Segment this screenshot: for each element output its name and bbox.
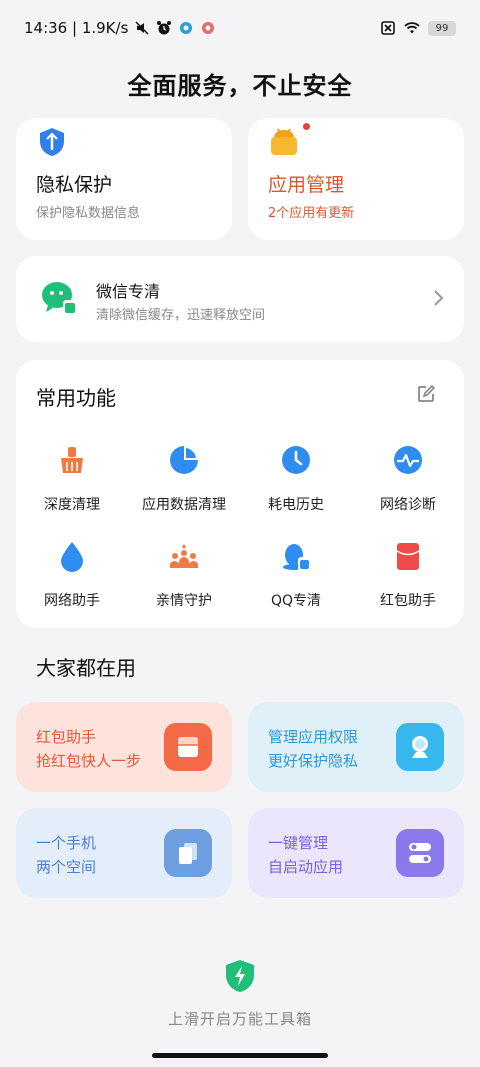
tool-network-assistant[interactable]: 网络助手 (16, 540, 128, 610)
clock-icon (282, 446, 310, 474)
chevron-right-icon (434, 290, 444, 306)
promo-line1: 一键管理 (268, 834, 329, 852)
app-management-subtitle: 2个应用有更新 (268, 206, 355, 221)
tool-label: 红包助手 (380, 593, 436, 609)
permission-icon (396, 723, 444, 771)
toolbox-hint-text: 上滑开启万能工具箱 (167, 1010, 312, 1028)
sim-icon (381, 21, 395, 35)
tool-family-guard[interactable]: 亲情守护 (128, 540, 240, 610)
wechat-clean-subtitle: 清除微信缓存，迅速释放空间 (96, 308, 266, 323)
promo-line2: 抢红包快人一步 (36, 752, 142, 770)
app-management-card[interactable]: 应用管理 2个应用有更新 (248, 118, 464, 240)
promo-dual-space[interactable]: 一个手机 两个空间 (16, 808, 232, 898)
status-time-speed: 14:36 | 1.9K/s (24, 19, 129, 37)
red-envelope-icon (164, 723, 212, 771)
popular-section-title: 大家都在用 (36, 656, 136, 680)
app-notification-icon (202, 22, 215, 34)
home-indicator[interactable] (152, 1053, 328, 1058)
promo-line1: 管理应用权限 (268, 728, 359, 746)
mute-icon (135, 21, 149, 35)
android-app-icon (271, 128, 297, 155)
pie-chart-icon (170, 446, 198, 474)
tool-label: 网络助手 (44, 593, 100, 609)
dual-space-icon (164, 829, 212, 877)
status-bar: 14:36 | 1.9K/s 99 (0, 0, 480, 56)
wifi-icon (404, 22, 420, 34)
water-drop-icon (61, 542, 83, 572)
common-tools-title: 常用功能 (36, 386, 116, 410)
tool-qq-clean[interactable]: QQ专清 (240, 540, 352, 610)
promo-autostart[interactable]: 一键管理 自启动应用 (248, 808, 464, 898)
tool-red-envelope[interactable]: 红包助手 (352, 540, 464, 610)
tool-power-history[interactable]: 耗电历史 (240, 444, 352, 514)
tool-label: QQ专清 (270, 593, 322, 609)
tool-label: 应用数据清理 (142, 497, 226, 513)
update-badge (303, 123, 310, 130)
app-management-title: 应用管理 (268, 174, 345, 196)
network-pulse-icon (394, 446, 422, 474)
privacy-shield-icon (40, 128, 64, 156)
promo-line2: 更好保护隐私 (268, 752, 359, 770)
promo-line2: 两个空间 (36, 858, 97, 876)
page-headline: 全面服务，不止安全 (127, 72, 353, 100)
toolbox-shield-icon (226, 960, 254, 992)
tool-label: 亲情守护 (156, 593, 212, 609)
tool-network-diagnosis[interactable]: 网络诊断 (352, 444, 464, 514)
wechat-clean-title: 微信专清 (96, 282, 161, 301)
privacy-protection-subtitle: 保护隐私数据信息 (36, 206, 141, 221)
edit-icon[interactable] (416, 384, 436, 404)
promo-red-envelope[interactable]: 红包助手 抢红包快人一步 (16, 702, 232, 792)
qq-clean-icon (283, 544, 311, 571)
tool-app-data-clean[interactable]: 应用数据清理 (128, 444, 240, 514)
tool-label: 深度清理 (44, 497, 100, 513)
family-icon (170, 544, 198, 568)
privacy-protection-card[interactable]: 隐私保护 保护隐私数据信息 (16, 118, 232, 240)
app-notification-icon (180, 22, 193, 34)
broom-icon (61, 447, 83, 473)
tool-label: 网络诊断 (380, 497, 436, 513)
promo-line2: 自启动应用 (268, 858, 344, 876)
common-tools-card: 常用功能 深度清理 应用数据清理 耗电历史 网络诊断 网络助手 亲情守护 QQ专… (16, 360, 464, 628)
tool-deep-clean[interactable]: 深度清理 (16, 444, 128, 514)
wechat-clean-icon (42, 282, 77, 315)
tool-label: 耗电历史 (268, 497, 324, 513)
wechat-clean-card[interactable]: 微信专清 清除微信缓存，迅速释放空间 (16, 256, 464, 342)
promo-app-permissions[interactable]: 管理应用权限 更好保护隐私 (248, 702, 464, 792)
privacy-protection-title: 隐私保护 (36, 174, 113, 196)
battery-icon: 99 (428, 20, 456, 36)
promo-line1: 红包助手 (36, 728, 97, 746)
alarm-icon (157, 21, 172, 35)
red-envelope-icon (396, 543, 420, 570)
battery-level: 99 (435, 22, 449, 34)
toolbox-swipe-hint[interactable]: 上滑开启万能工具箱 (0, 958, 480, 1029)
promo-line1: 一个手机 (36, 834, 97, 852)
autostart-toggle-icon (396, 829, 444, 877)
